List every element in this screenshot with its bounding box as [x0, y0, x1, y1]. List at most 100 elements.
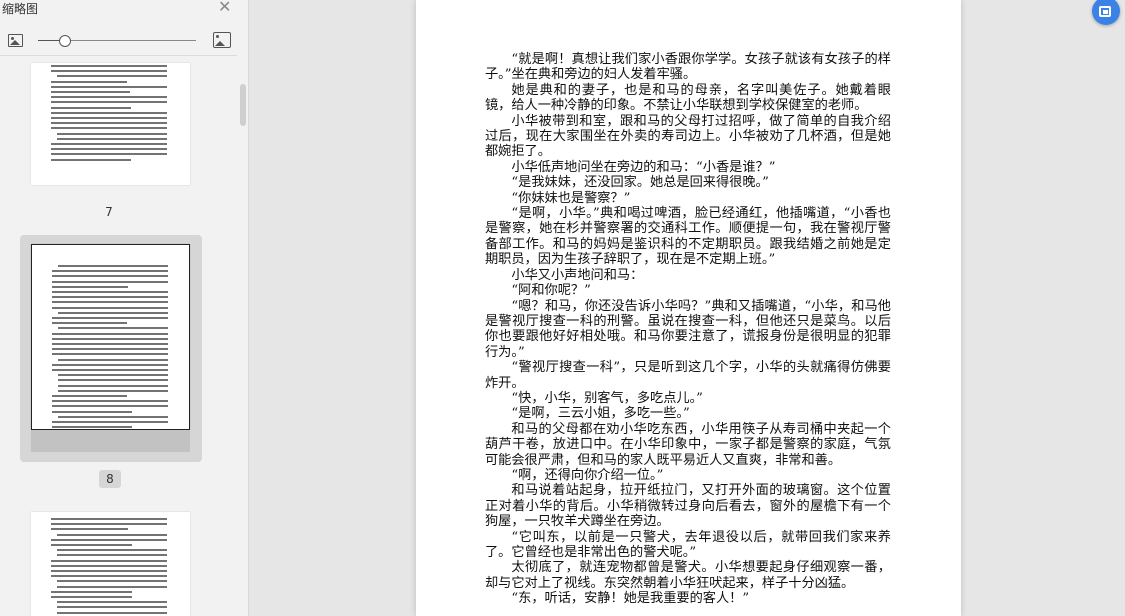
- thumbnail-loading-area: [31, 430, 190, 452]
- thumbnail-text-line: [51, 575, 167, 578]
- thumbnail-text-line: [52, 317, 168, 319]
- paragraph: “警视厅搜查一科”，只是听到这几个字，小华的头就痛得仿佛要炸开。: [485, 360, 891, 391]
- thumbnail-text-line: [57, 606, 167, 609]
- thumbnail-text-line: [58, 327, 168, 330]
- thumbnail-text-line: [52, 343, 168, 345]
- thumbnail-text-line: [51, 523, 167, 526]
- thumbnail-text-line: [52, 332, 168, 335]
- thumbnail-text-line: [58, 358, 168, 361]
- paragraph: “快，小华，别客气，多吃点儿。”: [511, 390, 703, 406]
- page-text: “就是啊！真想让我们家小香跟你学学。女孩子就该有女孩子的样子。”坐在典和旁边的妇…: [485, 52, 891, 607]
- thumbnail-text-line: [52, 270, 168, 273]
- thumbnail-text-line: [51, 564, 167, 567]
- thumbnail-text-line: [51, 96, 167, 99]
- zoom-out-image-icon[interactable]: [8, 34, 23, 47]
- page-number-label: 7: [105, 205, 113, 219]
- thumbnail-text-line: [51, 528, 128, 531]
- thumbnail-text-line: [58, 379, 168, 382]
- thumbnail-text-line: [52, 421, 168, 423]
- thumbnail-text-line: [51, 143, 167, 145]
- paragraph: “嗯？和马，你还没告诉小华吗？”典和又插嘴道，“小华，和马他是警视厅搜查一科的刑…: [485, 298, 891, 360]
- thumbnail-text-line: [51, 111, 167, 114]
- thumbnail-text-line: [52, 291, 168, 293]
- thumbnail-text-line: [58, 311, 168, 314]
- thumbnail-text-line: [57, 585, 167, 588]
- thumbnail-text-line: [57, 580, 167, 583]
- thumbnail-text-line: [51, 538, 167, 541]
- thumbnail-text-line: [51, 153, 167, 156]
- floating-action-button[interactable]: [1092, 0, 1120, 25]
- paragraph: “它叫东，以前是一只警犬，去年退役以后，就带回我们家来养了。它曾经也是非常出色的…: [485, 529, 891, 560]
- thumbnail-text-line: [51, 70, 167, 73]
- sidebar-scrollbar[interactable]: [240, 84, 246, 126]
- thumbnail-text-line: [52, 395, 127, 397]
- thumbnail-item-page-7[interactable]: [20, 55, 202, 195]
- thumbnail-zoom-slider[interactable]: [38, 35, 196, 47]
- paragraph: “是啊，三云小姐，多吃一些。”: [511, 406, 690, 422]
- thumbnail-page-image: [31, 512, 190, 616]
- paragraph: 小华低声地问坐在旁边的和马：“小香是谁？”: [511, 159, 776, 175]
- paragraph: 太彻底了，就连宠物都曾是警犬。小华想要起身仔细观察一番，却与它对上了视线。东突然…: [485, 560, 891, 591]
- thumbnail-sidebar: 缩略图 ✕ 7 8: [0, 0, 249, 616]
- thumbnail-text-line: [58, 384, 168, 387]
- thumbnail-text-line: [52, 400, 168, 403]
- thumbnail-text-line: [57, 75, 167, 78]
- thumbnail-text-line: [57, 533, 167, 536]
- thumbnail-text-line: [51, 559, 167, 562]
- thumbnail-text-line: [52, 353, 168, 356]
- thumbnail-text-line: [58, 415, 168, 418]
- thumbnail-text-line: [51, 85, 167, 88]
- thumbnail-text-line: [58, 374, 168, 377]
- thumbnail-text-line: [52, 405, 168, 408]
- paragraph: 和马说着站起身，拉开纸拉门，又打开外面的玻璃窗。这个位置正对着小华的背后。小华稍…: [485, 483, 891, 530]
- thumbnail-text-line: [52, 280, 168, 283]
- thumbnail-text-line: [57, 601, 167, 604]
- thumbnail-text-line: [51, 148, 167, 151]
- paragraph: 小华被带到和室，跟和马的父母打过招呼，做了简单的自我介绍过后，现在大家围坐在外卖…: [485, 113, 891, 160]
- paragraph: “是我妹妹，还没回家。她总是回来得很晚。”: [511, 175, 769, 191]
- close-icon[interactable]: ✕: [218, 0, 231, 16]
- thumbnail-text-line: [52, 301, 168, 304]
- thumbnail-text-line: [51, 80, 128, 83]
- thumbnail-text-line: [58, 389, 168, 392]
- thumbnail-text-line: [51, 106, 131, 109]
- thumbnail-text-line: [51, 158, 131, 161]
- thumbnail-item-page-9[interactable]: [20, 503, 202, 616]
- thumbnail-text-line: [52, 426, 132, 429]
- thumbnail-text-line: [51, 91, 130, 93]
- thumbnail-text-line: [58, 265, 168, 267]
- page-number-label: 8: [99, 470, 121, 488]
- paragraph: “你妹妹也是警察？”: [511, 190, 631, 206]
- zoom-in-image-icon[interactable]: [213, 32, 231, 48]
- thumbnail-text-line: [51, 101, 167, 104]
- thumbnail-text-line: [51, 518, 167, 520]
- thumbnail-text-line: [57, 132, 167, 135]
- thumbnail-text-line: [51, 544, 132, 546]
- thumbnail-text-line: [51, 117, 167, 119]
- thumbnail-text-line: [52, 285, 128, 288]
- document-page: “就是啊！真想让我们家小香跟你学学。女孩子就该有女孩子的样子。”坐在典和旁边的妇…: [416, 0, 961, 616]
- thumbnail-text-line: [51, 596, 132, 598]
- thumbnail-item-page-8[interactable]: [20, 235, 202, 462]
- thumbnail-page-image: [31, 244, 190, 430]
- paragraph: “是啊，小华。”典和喝过啤酒，脸已经通红，他插嘴道，“小香也是警察，她在杉并警察…: [485, 206, 891, 268]
- slider-thumb[interactable]: [58, 35, 71, 47]
- thumbnail-text-line: [52, 296, 168, 299]
- thumbnail-text-line: [51, 127, 167, 130]
- thumbnail-text-line: [57, 549, 167, 552]
- thumbnail-text-line: [52, 348, 168, 351]
- thumbnail-text-line: [57, 137, 167, 140]
- thumbnail-text-line: [51, 65, 167, 67]
- paragraph: “东，听话，安静！她是我重要的客人！”: [511, 591, 750, 607]
- thumbnail-zoom-toolbar: [0, 30, 248, 54]
- thumbnail-page-image: [31, 63, 190, 185]
- thumbnail-text-line: [51, 570, 167, 572]
- paragraph: “阿和你呢？”: [511, 283, 591, 299]
- thumbnail-text-line: [51, 122, 167, 125]
- thumbnail-text-line: [52, 337, 168, 340]
- paragraph: 小华又小声地问和马：: [511, 267, 644, 283]
- thumbnail-text-line: [57, 554, 167, 557]
- thumbnail-text-line: [52, 410, 132, 413]
- sidebar-title: 缩略图: [2, 2, 39, 16]
- thumbnail-text-line: [51, 590, 132, 593]
